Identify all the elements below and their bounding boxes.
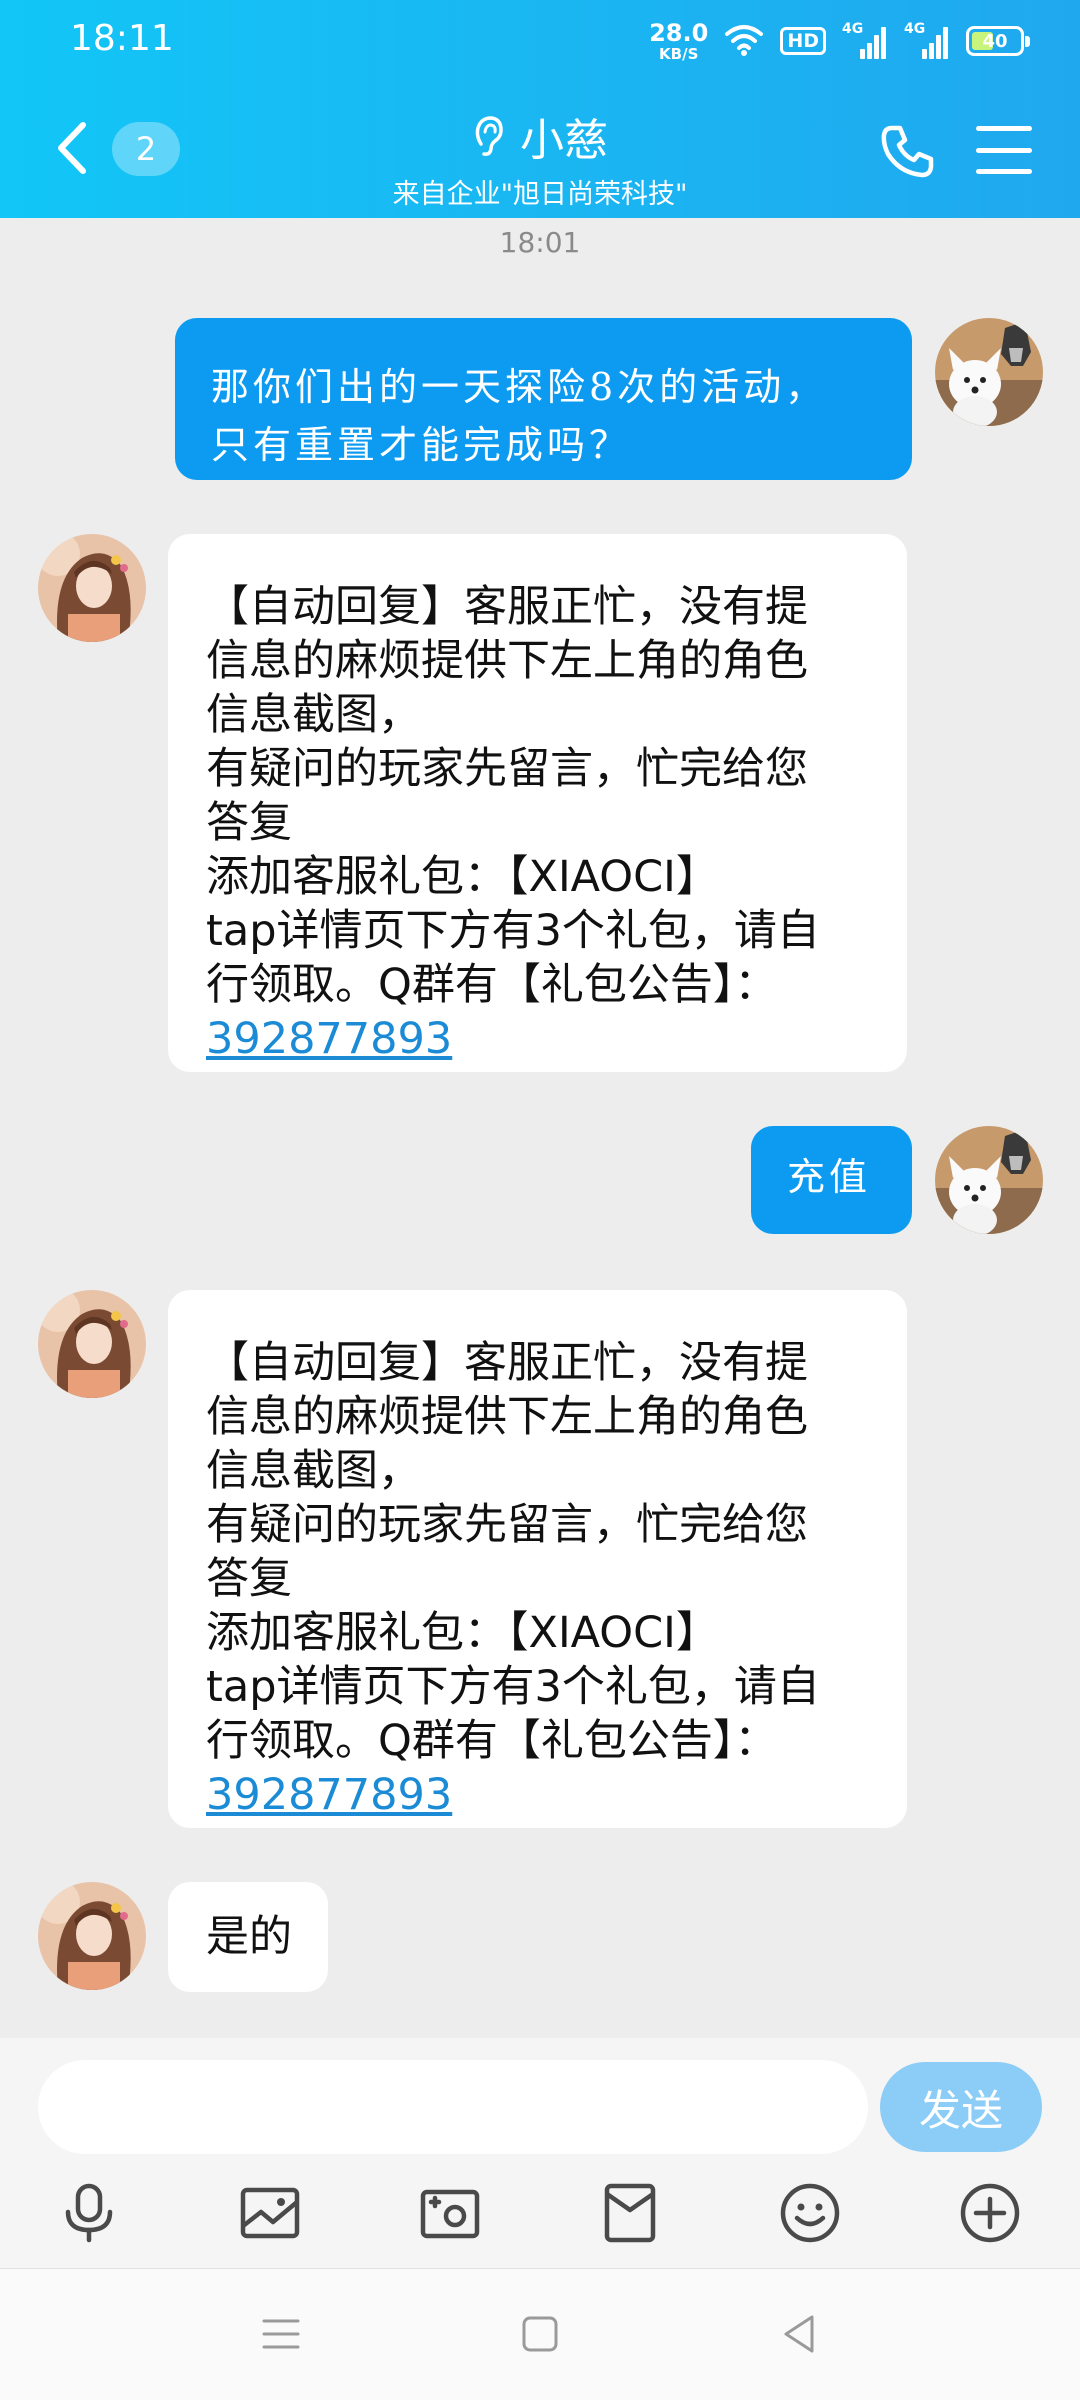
message-input[interactable] — [38, 2060, 868, 2154]
hd-voice-badge: HD — [780, 26, 826, 56]
battery-level: 40 — [982, 30, 1008, 52]
girl-avatar[interactable] — [38, 1882, 146, 1990]
girl-avatar[interactable] — [38, 1290, 146, 1398]
message-line: 添加客服礼包：【XIAOCI】 — [206, 1608, 719, 1658]
message-line: tap详情页下方有3个礼包，请自 — [206, 1662, 820, 1712]
message-line: 添加客服礼包：【XIAOCI】 — [206, 852, 719, 902]
group-number-link[interactable]: 392877893 — [206, 1012, 869, 1066]
message-line: 信息截图， — [206, 690, 421, 740]
image-icon[interactable] — [235, 2178, 305, 2248]
message-line: 充值 — [787, 1155, 872, 1199]
system-navigation-bar — [0, 2268, 1080, 2400]
chat-header: 18:11 28.0 KB/S HD 4G 4G 40 2 小慈 来自企业"旭日… — [0, 0, 1080, 218]
battery-icon: 40 — [966, 26, 1030, 56]
red-packet-icon[interactable] — [595, 2178, 665, 2248]
signal-label: 4G — [842, 21, 864, 37]
message-timestamp: 18:01 — [499, 226, 581, 259]
message-line: 那你们出的一天探险8次的活动， — [211, 365, 828, 409]
message-line: 【自动回复】客服正忙，没有提 — [206, 1338, 808, 1388]
more-menu-button[interactable] — [976, 126, 1032, 174]
message-line: tap详情页下方有3个礼包，请自 — [206, 906, 820, 956]
menu-line — [976, 147, 1032, 153]
group-number-link[interactable]: 392877893 — [206, 1768, 869, 1822]
message-line: 信息的麻烦提供下左上角的角色 — [206, 1392, 808, 1442]
message-line: 信息截图， — [206, 1446, 421, 1496]
dog-avatar[interactable] — [935, 1126, 1043, 1234]
chat-message-list[interactable]: 18:01 那你们出的一天探险8次的活动， 只有重置才能完成吗？ 【自动回复】客… — [0, 218, 1080, 2038]
signal-icon: 4G — [904, 21, 950, 59]
back-button[interactable] — [52, 118, 92, 178]
back-icon[interactable] — [774, 2309, 824, 2359]
chat-subtitle: 来自企业"旭日尚荣科技" — [392, 179, 688, 210]
message-line: 有疑问的玩家先留言，忙完给您 — [206, 744, 808, 794]
plus-icon[interactable] — [955, 2178, 1025, 2248]
dog-avatar[interactable] — [935, 318, 1043, 426]
unread-count-badge[interactable]: 2 — [112, 122, 180, 176]
message-line: 答复 — [206, 1554, 292, 1604]
outgoing-message-bubble[interactable]: 充值 — [751, 1126, 912, 1234]
ear-icon — [475, 116, 503, 156]
send-button[interactable]: 发送 — [880, 2062, 1042, 2152]
phone-icon — [881, 125, 934, 178]
chevron-left-icon — [58, 122, 86, 174]
chat-title: 小慈 — [520, 115, 608, 166]
emoji-icon[interactable] — [775, 2178, 845, 2248]
input-toolbar — [0, 2170, 1080, 2260]
signal-icon: 4G — [842, 21, 888, 59]
menu-line — [976, 169, 1032, 174]
network-speed-value: 28.0 — [649, 18, 709, 47]
call-button[interactable] — [878, 122, 936, 180]
message-line: 答复 — [206, 798, 292, 848]
message-line: 信息的麻烦提供下左上角的角色 — [206, 636, 808, 686]
message-line: 有疑问的玩家先留言，忙完给您 — [206, 1500, 808, 1550]
message-line: 是的 — [206, 1912, 292, 1962]
chat-title-area[interactable]: 小慈 来自企业"旭日尚荣科技" — [280, 104, 800, 211]
status-time: 18:11 — [70, 18, 174, 59]
home-icon[interactable] — [515, 2309, 565, 2359]
incoming-message-bubble[interactable]: 是的 — [168, 1882, 328, 1992]
menu-icon[interactable] — [256, 2309, 306, 2359]
girl-avatar[interactable] — [38, 534, 146, 642]
incoming-message-bubble[interactable]: 【自动回复】客服正忙，没有提 信息的麻烦提供下左上角的角色 信息截图， 有疑问的… — [168, 534, 907, 1072]
signal-label: 4G — [904, 21, 926, 37]
message-input-area: 发送 — [0, 2038, 1080, 2268]
wifi-icon — [724, 22, 764, 60]
status-indicators: 28.0 KB/S HD 4G 4G 40 — [649, 18, 1030, 64]
network-speed: 28.0 KB/S — [649, 21, 708, 62]
menu-line — [976, 126, 1032, 131]
incoming-message-bubble[interactable]: 【自动回复】客服正忙，没有提 信息的麻烦提供下左上角的角色 信息截图， 有疑问的… — [168, 1290, 907, 1828]
microphone-icon[interactable] — [54, 2178, 124, 2248]
outgoing-message-bubble[interactable]: 那你们出的一天探险8次的活动， 只有重置才能完成吗？ — [175, 318, 912, 480]
status-bar: 18:11 28.0 KB/S HD 4G 4G 40 — [0, 0, 1080, 82]
message-line: 行领取。Q群有【礼包公告】： — [206, 1716, 778, 1766]
camera-icon[interactable] — [415, 2178, 485, 2248]
message-line: 行领取。Q群有【礼包公告】： — [206, 960, 778, 1010]
message-line: 只有重置才能完成吗？ — [211, 423, 632, 467]
network-speed-unit: KB/S — [659, 44, 699, 63]
message-line: 【自动回复】客服正忙，没有提 — [206, 582, 808, 632]
